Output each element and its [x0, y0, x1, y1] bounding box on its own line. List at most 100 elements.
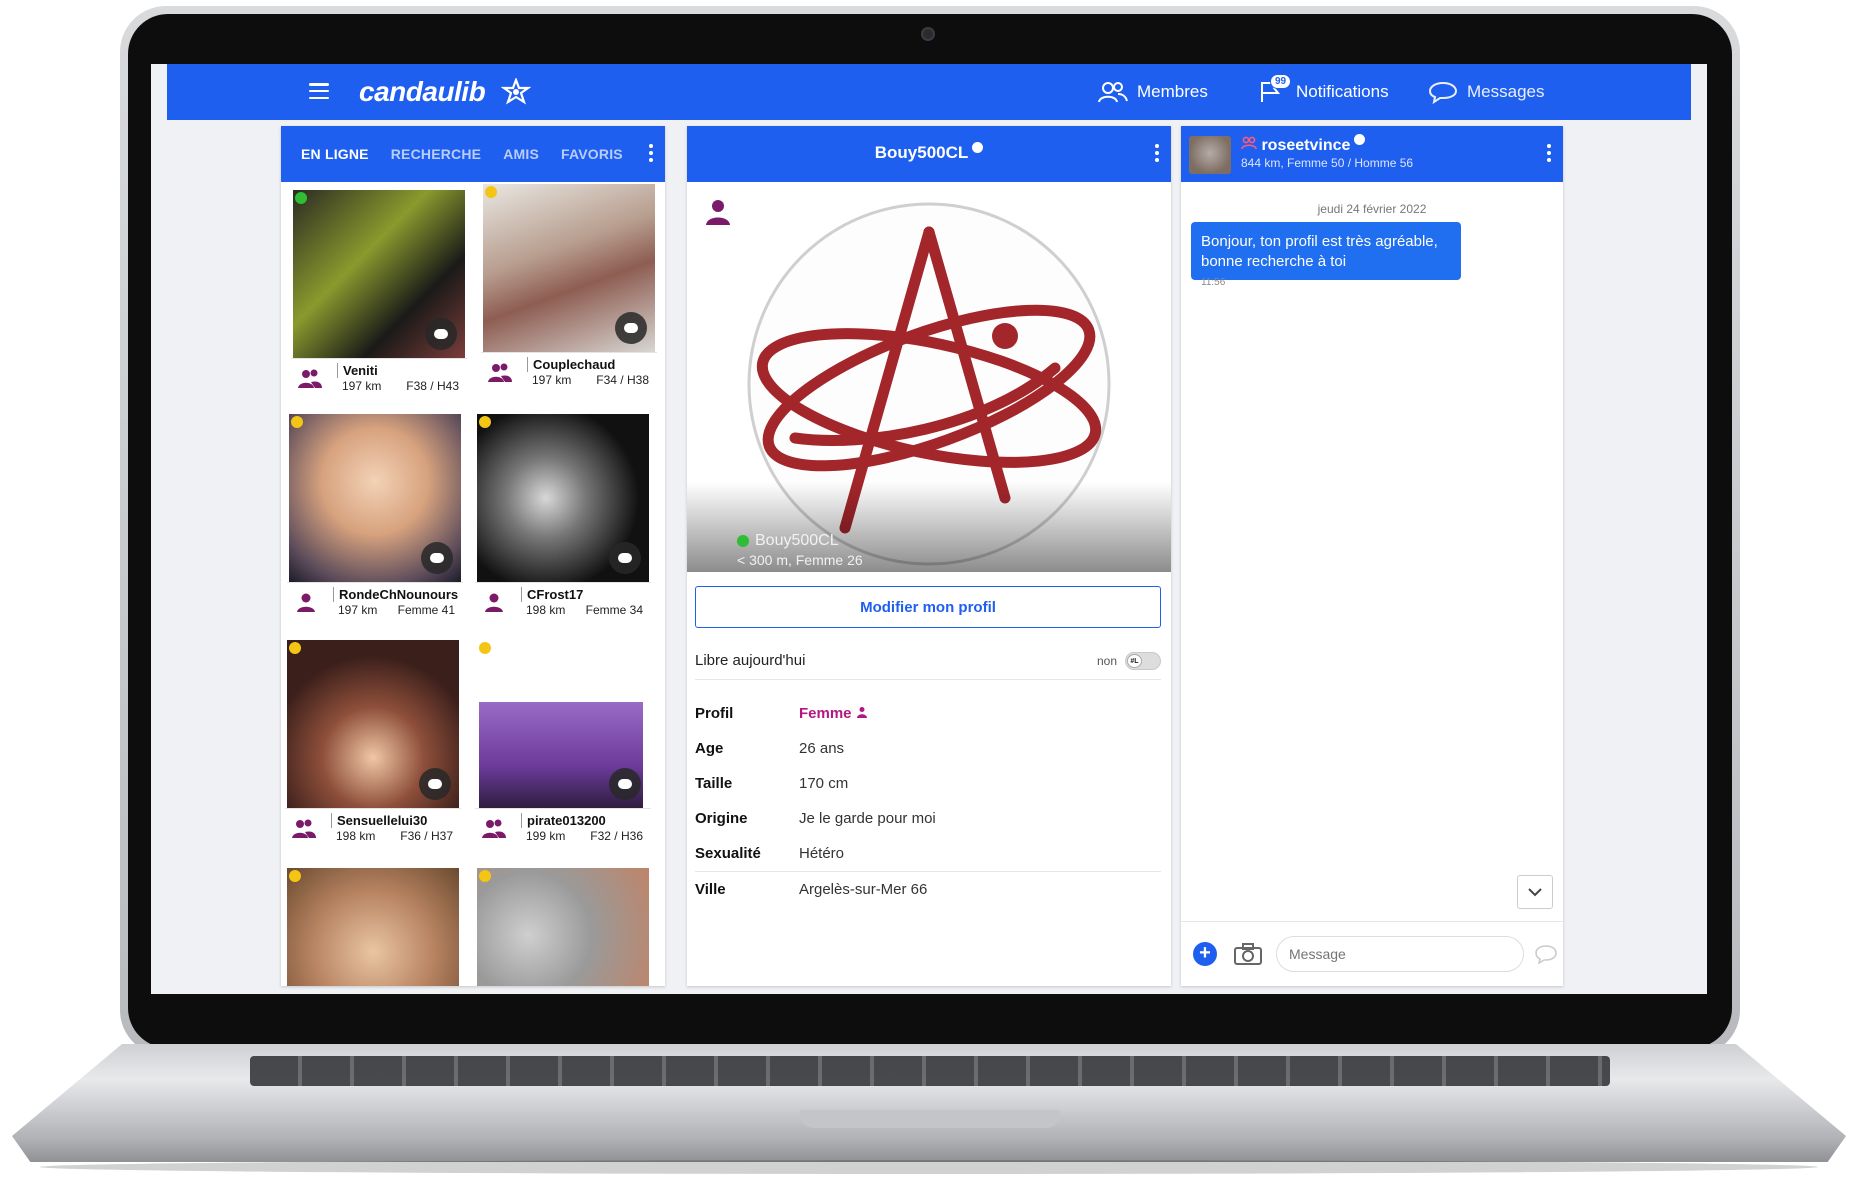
- add-attachment-button[interactable]: +: [1193, 942, 1217, 966]
- member-card[interactable]: [471, 868, 651, 986]
- chat-bubble-icon[interactable]: [609, 768, 641, 800]
- woman-icon: [706, 200, 730, 225]
- member-ages: F36 / H37: [400, 829, 453, 843]
- conversation-date: jeudi 24 février 2022: [1317, 202, 1427, 216]
- base-shadow: [40, 1160, 1818, 1174]
- message-input[interactable]: [1276, 936, 1524, 972]
- more-options-icon[interactable]: [1547, 144, 1551, 162]
- member-ages: F34 / H38: [596, 373, 649, 387]
- profile-panel: Bouy500CL Bouy500CL < 300 m, Femme 26 Mo…: [687, 126, 1171, 986]
- member-photo[interactable]: [483, 184, 655, 352]
- chevron-down-icon: [1528, 888, 1542, 897]
- member-card[interactable]: [281, 868, 461, 986]
- woman-icon: [485, 593, 503, 612]
- member-name: CFrost17: [521, 587, 583, 602]
- tab-en-ligne[interactable]: EN LIGNE: [301, 146, 369, 162]
- fact-key: Ville: [695, 880, 726, 898]
- app-screen: candaulib Membres 99 Notifications Messa…: [151, 64, 1707, 994]
- member-name: Veniti: [337, 363, 378, 378]
- couple-icon: [292, 819, 316, 838]
- fact-value: 26 ans: [799, 740, 845, 757]
- members-panel: EN LIGNE RECHERCHE AMIS FAVORIS Veniti 1…: [281, 126, 665, 986]
- edit-profile-button[interactable]: Modifier mon profil: [695, 586, 1161, 628]
- fact-row: Origine Je le garde pour moi: [695, 801, 1161, 836]
- logo[interactable]: candaulib: [359, 76, 486, 108]
- nav-members[interactable]: Membres: [1097, 64, 1208, 120]
- camera-icon[interactable]: [1233, 942, 1263, 966]
- nav-notifications[interactable]: 99 Notifications: [1256, 64, 1389, 120]
- member-card[interactable]: Couplechaud 197 km F34 / H38: [477, 184, 657, 390]
- chat-bubble-icon[interactable]: [419, 768, 451, 800]
- chat-bubble-icon[interactable]: [609, 542, 641, 574]
- couple-icon: [482, 819, 506, 838]
- conversation-name-row[interactable]: roseetvince: [1241, 134, 1366, 155]
- member-photo[interactable]: [477, 414, 649, 582]
- more-options-icon[interactable]: [1155, 144, 1159, 162]
- away-status-dot: [479, 642, 491, 654]
- fact-key: Age: [695, 740, 724, 757]
- fact-key: Taille: [695, 775, 733, 792]
- hamburger-menu-icon[interactable]: [309, 83, 329, 99]
- fact-value: 170 cm: [799, 775, 849, 792]
- tab-amis[interactable]: AMIS: [503, 146, 539, 162]
- member-tabs: EN LIGNE RECHERCHE AMIS FAVORIS: [281, 126, 665, 182]
- member-card[interactable]: CFrost17 198 km Femme 34: [471, 414, 651, 620]
- member-photo[interactable]: [287, 640, 459, 808]
- member-photo[interactable]: [477, 640, 649, 808]
- member-name: Couplechaud: [527, 357, 615, 372]
- libre-label: Libre aujourd'hui: [695, 652, 806, 669]
- tab-favoris[interactable]: FAVORIS: [561, 146, 623, 162]
- nav-messages-label: Messages: [1467, 82, 1545, 101]
- nav-notifications-label: Notifications: [1296, 82, 1389, 101]
- send-icon[interactable]: [1534, 944, 1558, 964]
- chat-bubble-icon[interactable]: [615, 312, 647, 344]
- member-photo[interactable]: [287, 868, 459, 986]
- libre-value: non: [1096, 654, 1117, 668]
- trackpad-notch: [800, 1110, 1060, 1128]
- tab-recherche[interactable]: RECHERCHE: [391, 146, 481, 162]
- member-info: Veniti 197 km F38 / H43: [291, 358, 467, 396]
- libre-toggle[interactable]: #L: [1125, 652, 1161, 670]
- member-photo[interactable]: [293, 190, 465, 358]
- online-status-dot: [737, 535, 749, 547]
- verified-icon: [1354, 134, 1366, 145]
- profile-header: Bouy500CL: [687, 126, 1171, 182]
- member-ages: Femme 41: [397, 603, 455, 617]
- member-distance: 199 km: [526, 829, 566, 843]
- member-info: RondeChNounours 197 km Femme 41: [287, 582, 463, 620]
- member-card[interactable]: Sensuellelui30 198 km F36 / H37: [281, 640, 461, 846]
- top-bar: candaulib Membres 99 Notifications Messa…: [167, 64, 1691, 120]
- scroll-down-button[interactable]: [1517, 875, 1553, 909]
- member-photo[interactable]: [477, 868, 649, 986]
- profile-facts: Profil Femme Age 26 ans Taille 170 cm Or…: [695, 696, 1161, 906]
- chat-bubble-icon[interactable]: [425, 318, 457, 350]
- fact-row: Taille 170 cm: [695, 766, 1161, 801]
- fact-key: Sexualité: [695, 845, 761, 862]
- members-icon: [1098, 82, 1128, 103]
- member-name: Sensuellelui30: [331, 813, 427, 828]
- fact-row: Sexualité Hétéro: [695, 836, 1161, 871]
- couple-icon: [1241, 136, 1257, 150]
- member-ages: F32 / H36: [590, 829, 643, 843]
- member-distance: 197 km: [338, 603, 378, 617]
- away-status-dot: [479, 416, 491, 428]
- member-card[interactable]: Veniti 197 km F38 / H43: [287, 190, 467, 396]
- fact-value-text: Femme: [799, 705, 852, 722]
- keyboard: [250, 1056, 1610, 1086]
- message-time: 11:56: [1201, 277, 1226, 288]
- member-photo[interactable]: [289, 414, 461, 582]
- libre-aujourdhui-row: Libre aujourd'hui non #L: [695, 644, 1161, 680]
- member-name: RondeChNounours: [333, 587, 458, 602]
- nav-messages[interactable]: Messages: [1427, 64, 1544, 120]
- conversation-avatar[interactable]: [1189, 136, 1231, 174]
- profile-avatar[interactable]: Bouy500CL < 300 m, Femme 26: [687, 182, 1171, 572]
- toggle-knob: #L: [1127, 654, 1142, 668]
- member-card[interactable]: RondeChNounours 197 km Femme 41: [283, 414, 463, 620]
- webcam: [921, 27, 935, 41]
- member-card[interactable]: pirate013200 199 km F32 / H36: [471, 640, 651, 846]
- fact-value: Je le garde pour moi: [799, 810, 936, 827]
- away-status-dot: [485, 186, 497, 198]
- more-options-icon[interactable]: [649, 144, 653, 162]
- chat-bubble-icon[interactable]: [421, 542, 453, 574]
- member-distance: 198 km: [526, 603, 566, 617]
